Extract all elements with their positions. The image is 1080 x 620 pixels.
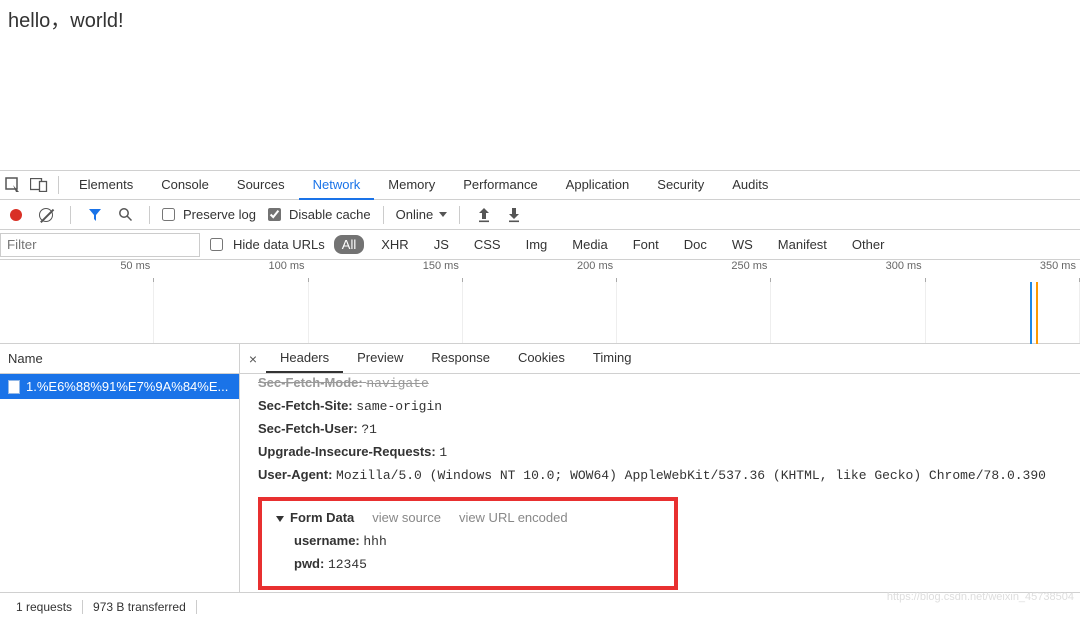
- request-type-filter: All XHR JS CSS Img Media Font Doc WS Manifest Othe…: [331, 235, 896, 254]
- devtools-tab-performance[interactable]: Performance: [449, 171, 551, 200]
- record-button[interactable]: [4, 202, 28, 228]
- throttling-select[interactable]: Online: [396, 207, 448, 222]
- view-url-encoded-link[interactable]: view URL encoded: [459, 507, 568, 529]
- detail-tab-cookies[interactable]: Cookies: [504, 344, 579, 373]
- divider: [149, 206, 150, 224]
- devtools-tab-console[interactable]: Console: [147, 171, 223, 200]
- header-row: Sec-Fetch-User: ?1: [258, 418, 1062, 441]
- device-toggle-icon[interactable]: [26, 172, 52, 198]
- close-icon[interactable]: ×: [240, 351, 266, 367]
- request-name: 1.%E6%88%91%E7%9A%84%E...: [26, 379, 228, 394]
- filter-type-all[interactable]: All: [334, 235, 364, 254]
- devtools-tab-memory[interactable]: Memory: [374, 171, 449, 200]
- preserve-log-label: Preserve log: [183, 207, 256, 222]
- devtools-tab-sources[interactable]: Sources: [223, 171, 299, 200]
- network-toolbar: Preserve log Disable cache Online: [0, 200, 1080, 230]
- timeline-marker-load: [1036, 282, 1038, 344]
- document-icon: [8, 380, 20, 394]
- detail-tab-headers[interactable]: Headers: [266, 344, 343, 373]
- filter-row: Hide data URLs All XHR JS CSS Img Media Font Do…: [0, 230, 1080, 260]
- detail-tab-strip: × HeadersPreviewResponseCookiesTiming: [240, 344, 1080, 374]
- form-data-toggle[interactable]: Form Data: [276, 507, 354, 529]
- header-row: Upgrade-Insecure-Requests: 1: [258, 441, 1062, 464]
- timeline-tick: 300 ms: [771, 260, 925, 280]
- form-data-title: Form Data: [290, 510, 354, 525]
- status-transferred: 973 B transferred: [83, 600, 197, 614]
- header-row: User-Agent: Mozilla/5.0 (Windows NT 10.0…: [258, 464, 1062, 487]
- requests-list: Name 1.%E6%88%91%E7%9A%84%E...: [0, 344, 240, 598]
- inspect-icon[interactable]: [0, 172, 26, 198]
- request-row[interactable]: 1.%E6%88%91%E7%9A%84%E...: [0, 374, 239, 399]
- filter-type-js[interactable]: JS: [426, 235, 457, 254]
- divider: [383, 206, 384, 224]
- timeline-tick: 100 ms: [154, 260, 308, 280]
- filter-input[interactable]: [0, 233, 200, 257]
- devtools-tab-network[interactable]: Network: [299, 171, 375, 200]
- filter-type-other[interactable]: Other: [844, 235, 893, 254]
- timeline-tick: 200 ms: [463, 260, 617, 280]
- chevron-down-icon: [439, 212, 447, 217]
- timeline-tick: 250 ms: [617, 260, 771, 280]
- filter-type-xhr[interactable]: XHR: [373, 235, 416, 254]
- filter-type-media[interactable]: Media: [564, 235, 615, 254]
- page-content: hello，world!: [0, 0, 1080, 170]
- upload-har-icon[interactable]: [472, 202, 496, 228]
- form-data-section: Form Data view source view URL encoded u…: [258, 497, 678, 589]
- form-data-row: pwd: 12345: [294, 553, 660, 576]
- watermark: https://blog.csdn.net/weixin_45738504: [887, 591, 1074, 603]
- devtools-tab-strip: ElementsConsoleSourcesNetworkMemoryPerfo…: [0, 170, 1080, 200]
- devtools-tab-audits[interactable]: Audits: [718, 171, 782, 200]
- detail-tab-preview[interactable]: Preview: [343, 344, 417, 373]
- clear-button[interactable]: [34, 202, 58, 228]
- filter-type-css[interactable]: CSS: [466, 235, 509, 254]
- download-har-icon[interactable]: [502, 202, 526, 228]
- disable-cache-checkbox[interactable]: Disable cache: [268, 207, 371, 222]
- hide-data-urls-checkbox[interactable]: Hide data URLs: [210, 237, 325, 252]
- devtools-tab-elements[interactable]: Elements: [65, 171, 147, 200]
- divider: [70, 206, 71, 224]
- detail-tab-timing[interactable]: Timing: [579, 344, 646, 373]
- search-icon[interactable]: [113, 202, 137, 228]
- throttling-value: Online: [396, 207, 434, 222]
- devtools-tab-application[interactable]: Application: [552, 171, 644, 200]
- requests-name-header[interactable]: Name: [0, 344, 239, 374]
- request-details: × HeadersPreviewResponseCookiesTiming Se…: [240, 344, 1080, 598]
- divider: [459, 206, 460, 224]
- timeline-tick: 50 ms: [0, 260, 154, 280]
- header-row: Sec-Fetch-Mode: navigate: [258, 374, 1062, 395]
- devtools-tab-security[interactable]: Security: [643, 171, 718, 200]
- filter-type-font[interactable]: Font: [625, 235, 667, 254]
- headers-body: Sec-Fetch-Mode: navigateSec-Fetch-Site: …: [240, 374, 1080, 590]
- triangle-down-icon: [276, 516, 284, 522]
- timeline-tick: 150 ms: [309, 260, 463, 280]
- network-main: Name 1.%E6%88%91%E7%9A%84%E... × Headers…: [0, 344, 1080, 599]
- header-row: Sec-Fetch-Site: same-origin: [258, 395, 1062, 418]
- timeline-marker-domcontent: [1030, 282, 1032, 344]
- preserve-log-checkbox[interactable]: Preserve log: [162, 207, 256, 222]
- timeline-tick: 350 ms: [926, 260, 1080, 280]
- filter-icon[interactable]: [83, 202, 107, 228]
- filter-type-ws[interactable]: WS: [724, 235, 761, 254]
- devtools-tabs: ElementsConsoleSourcesNetworkMemoryPerfo…: [65, 171, 782, 200]
- status-requests: 1 requests: [6, 600, 83, 614]
- timeline-overview[interactable]: 50 ms100 ms150 ms200 ms250 ms300 ms350 m…: [0, 260, 1080, 344]
- hide-data-urls-label: Hide data URLs: [233, 237, 325, 252]
- divider: [58, 176, 59, 194]
- view-source-link[interactable]: view source: [372, 507, 441, 529]
- filter-type-manifest[interactable]: Manifest: [770, 235, 835, 254]
- filter-type-doc[interactable]: Doc: [676, 235, 715, 254]
- filter-type-img[interactable]: Img: [518, 235, 556, 254]
- disable-cache-label: Disable cache: [289, 207, 371, 222]
- detail-tab-response[interactable]: Response: [417, 344, 504, 373]
- form-data-row: username: hhh: [294, 530, 660, 553]
